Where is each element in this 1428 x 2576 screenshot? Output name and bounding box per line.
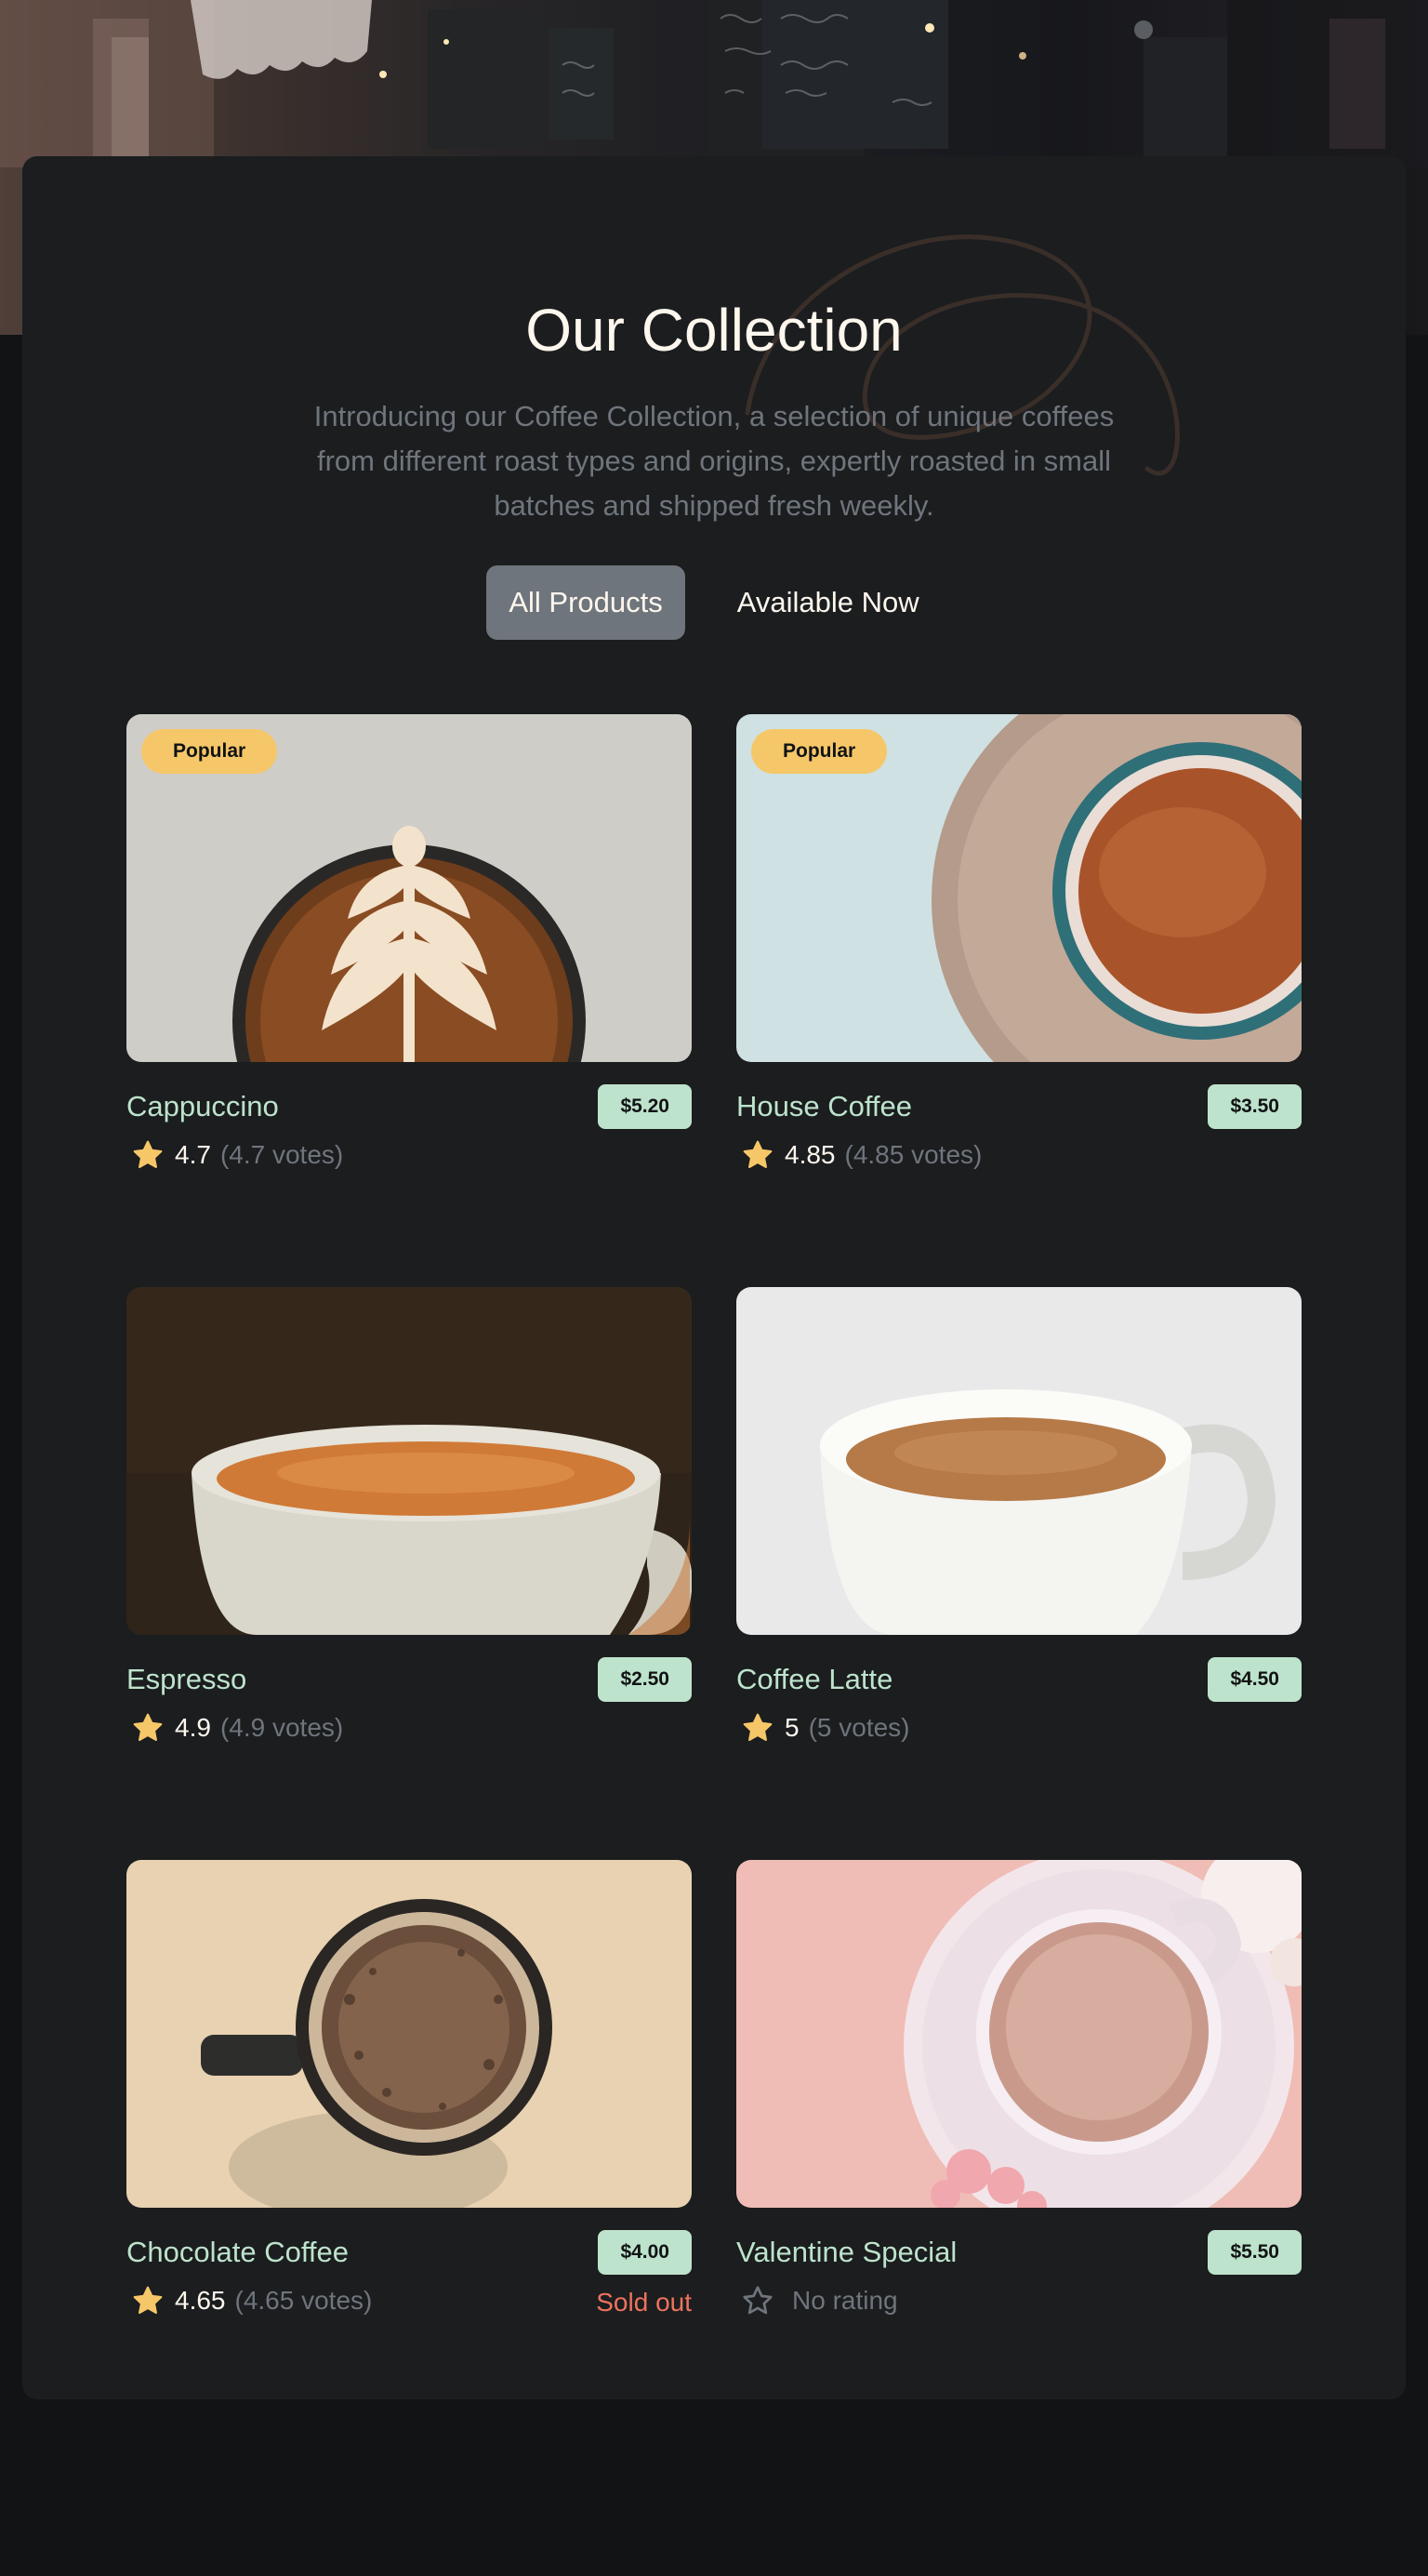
- product-image-cappuccino[interactable]: Popular: [126, 714, 692, 1062]
- product-image-chocolate-coffee[interactable]: [126, 1860, 692, 2208]
- price-badge: $4.50: [1208, 1657, 1302, 1702]
- page-subtitle: Introducing our Coffee Collection, a sel…: [313, 400, 1115, 522]
- star-empty-icon: [743, 2286, 773, 2315]
- rating: No rating: [740, 2282, 898, 2319]
- popular-badge: Popular: [141, 729, 278, 774]
- rating-votes: (4.65 votes): [234, 2286, 373, 2315]
- price-badge: $5.50: [1208, 2230, 1302, 2275]
- rating-value: 4.7: [175, 1140, 211, 1169]
- collection-card: Our Collection Introducing our Coffee Co…: [22, 156, 1406, 2399]
- price-badge: $2.50: [598, 1657, 692, 1702]
- star-filled-icon: [133, 2286, 163, 2315]
- rating-value: 4.85: [785, 1140, 836, 1169]
- rating-value: 4.9: [175, 1713, 211, 1742]
- product-card-valentine-special[interactable]: Valentine Special $5.50 No rating: [736, 1860, 1302, 2344]
- product-name[interactable]: Espresso: [126, 1661, 246, 1698]
- star-filled-icon: [743, 1713, 773, 1742]
- star-filled-icon: [133, 1140, 163, 1169]
- rating-value: 5: [785, 1713, 800, 1742]
- filter-tabs: All Products Available Now: [22, 565, 1406, 640]
- page-title: Our Collection: [525, 297, 903, 364]
- product-card-cappuccino[interactable]: Popular Cappuccino $5.20 4.7 (4.7 votes): [126, 714, 692, 1198]
- rating: 4.7 (4.7 votes): [130, 1136, 343, 1174]
- product-card-house-coffee[interactable]: Popular House Coffee $3.50 4.85 (4.85 vo…: [736, 714, 1302, 1198]
- product-card-espresso[interactable]: Espresso $2.50 4.9 (4.9 votes): [126, 1287, 692, 1771]
- star-filled-icon: [133, 1713, 163, 1742]
- rating: 4.65 (4.65 votes): [130, 2282, 372, 2319]
- tab-all-products[interactable]: All Products: [486, 565, 685, 640]
- price-badge: $5.20: [598, 1084, 692, 1129]
- product-image-coffee-latte[interactable]: [736, 1287, 1302, 1635]
- product-image-house-coffee[interactable]: Popular: [736, 714, 1302, 1062]
- product-card-chocolate-coffee[interactable]: Chocolate Coffee $4.00 4.65 (4.65 votes)…: [126, 1860, 692, 2344]
- product-name[interactable]: House Coffee: [736, 1088, 912, 1125]
- price-badge: $4.00: [598, 2230, 692, 2275]
- rating-votes: (4.85 votes): [844, 1140, 983, 1169]
- rating-votes: (5 votes): [808, 1713, 910, 1742]
- no-rating-label: No rating: [792, 2286, 898, 2315]
- product-name[interactable]: Cappuccino: [126, 1088, 279, 1125]
- rating-value: 4.65: [175, 2286, 226, 2315]
- tab-available-now[interactable]: Available Now: [715, 565, 942, 640]
- rating: 4.9 (4.9 votes): [130, 1709, 343, 1746]
- product-name[interactable]: Coffee Latte: [736, 1661, 892, 1698]
- product-name[interactable]: Chocolate Coffee: [126, 2234, 349, 2271]
- product-image-espresso[interactable]: [126, 1287, 692, 1635]
- popular-badge: Popular: [751, 729, 888, 774]
- rating: 4.85 (4.85 votes): [740, 1136, 982, 1174]
- rating-votes: (4.9 votes): [219, 1713, 344, 1742]
- star-filled-icon: [743, 1140, 773, 1169]
- product-name[interactable]: Valentine Special: [736, 2234, 957, 2271]
- rating-votes: (4.7 votes): [219, 1140, 344, 1169]
- product-image-valentine-special[interactable]: [736, 1860, 1302, 2208]
- product-card-coffee-latte[interactable]: Coffee Latte $4.50 5 (5 votes): [736, 1287, 1302, 1771]
- price-badge: $3.50: [1208, 1084, 1302, 1129]
- rating: 5 (5 votes): [740, 1709, 910, 1746]
- sold-out-label: Sold out: [596, 2288, 692, 2317]
